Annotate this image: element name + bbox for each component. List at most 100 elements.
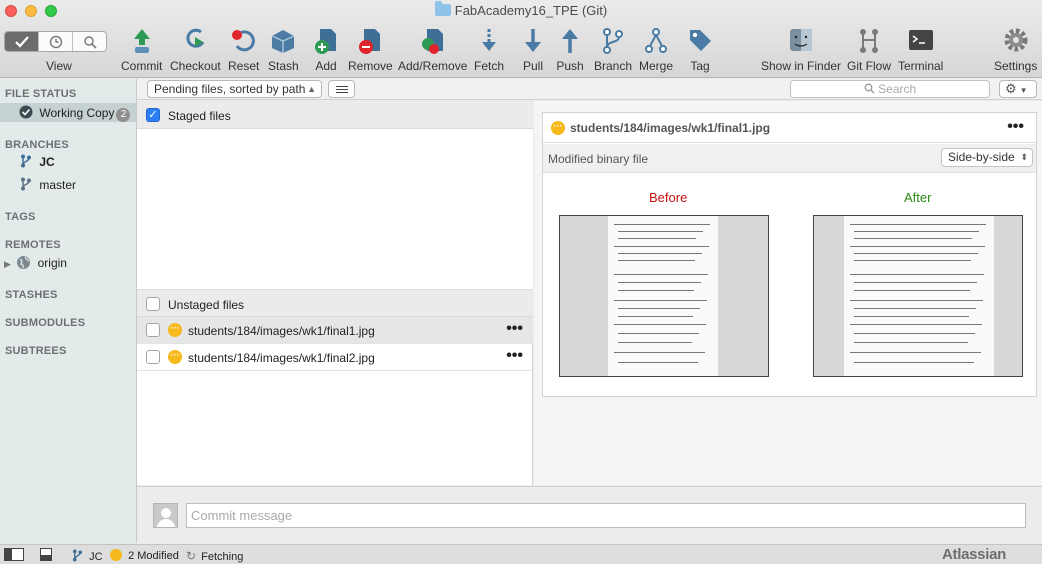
filter-bar: Pending files, sorted by path ▲ Search ⚙… xyxy=(137,79,1042,100)
diff-subtitle: Modified binary file xyxy=(548,152,649,166)
branch-item-master[interactable]: master xyxy=(20,177,76,192)
history-view-button[interactable] xyxy=(39,32,73,51)
fetch-button[interactable]: Fetch xyxy=(474,26,504,73)
settings-button[interactable]: Settings xyxy=(994,26,1037,73)
file-checkbox[interactable] xyxy=(146,323,160,337)
diff-file-title: students/184/images/wk1/final1.jpg xyxy=(570,121,771,135)
push-button[interactable]: Push xyxy=(556,26,584,73)
git-flow-icon xyxy=(860,29,878,53)
stashes-header[interactable]: STASHES xyxy=(5,289,58,301)
disclosure-triangle-icon[interactable]: ▶ xyxy=(4,259,11,269)
folder-icon xyxy=(434,1,451,16)
subtrees-header[interactable]: SUBTREES xyxy=(5,345,67,357)
file-status-view-button[interactable] xyxy=(5,32,39,51)
search-icon xyxy=(864,83,875,94)
diff-view-mode-dropdown[interactable]: Side-by-side ⬍ xyxy=(941,148,1033,167)
unstaged-files-section: Unstaged files xyxy=(137,289,533,317)
diff-pane: ··· students/184/images/wk1/final1.jpg •… xyxy=(534,101,1042,485)
before-label: Before xyxy=(649,190,688,205)
after-image xyxy=(813,215,1023,377)
remotes-header: REMOTES xyxy=(5,239,61,251)
staged-files-section: ✓ Staged files xyxy=(137,101,533,129)
chevron-down-icon: ▼ xyxy=(1019,86,1028,95)
remote-item-origin[interactable]: ▶ origin xyxy=(4,255,67,270)
status-bar: JC 2 Modified ↻ Fetching Atlassian xyxy=(0,544,1042,564)
after-label: After xyxy=(904,190,932,205)
unstaged-file-row[interactable]: ··· students/184/images/wk1/final1.jpg •… xyxy=(137,317,533,344)
pull-icon xyxy=(525,29,541,52)
updown-chevron-icon: ▲ xyxy=(307,84,316,94)
stash-button[interactable]: Stash xyxy=(268,26,299,73)
merge-button[interactable]: Merge xyxy=(639,26,673,73)
gear-icon: ⚙ xyxy=(1005,81,1017,96)
add-button[interactable]: Add xyxy=(312,26,340,73)
file-path: students/184/images/wk1/final1.jpg xyxy=(188,324,375,338)
view-segmented-control[interactable] xyxy=(4,31,107,52)
checkout-button[interactable]: Checkout xyxy=(170,26,221,73)
staged-files-checkbox[interactable]: ✓ xyxy=(146,108,160,122)
file-checkbox[interactable] xyxy=(146,350,160,364)
commit-button[interactable]: Commit xyxy=(121,26,162,73)
branch-label: JC xyxy=(39,155,55,169)
diff-more-options-icon[interactable]: ••• xyxy=(1007,118,1024,136)
unstaged-files-label: Unstaged files xyxy=(168,298,245,312)
settings-gear-icon xyxy=(1004,28,1028,52)
fetch-icon xyxy=(482,29,496,51)
filter-settings-button[interactable]: ⚙ ▼ xyxy=(999,80,1037,98)
sidebar: FILE STATUS Working Copy 2 BRANCHES JC ma… xyxy=(0,79,137,543)
tag-button[interactable]: Tag xyxy=(686,26,714,73)
fetching-status: ↻ Fetching xyxy=(186,549,244,563)
unstaged-files-checkbox[interactable] xyxy=(146,297,160,311)
remove-button[interactable]: Remove xyxy=(348,26,393,73)
avatar xyxy=(153,503,178,528)
modified-status-icon: ··· xyxy=(168,323,182,337)
commit-icon xyxy=(133,29,150,53)
unstaged-file-row[interactable]: ··· students/184/images/wk1/final2.jpg •… xyxy=(137,344,533,371)
stash-icon xyxy=(272,30,295,53)
tags-header[interactable]: TAGS xyxy=(5,211,36,223)
view-label: View xyxy=(46,59,72,73)
pull-button[interactable]: Pull xyxy=(519,26,547,73)
more-options-icon[interactable]: ••• xyxy=(506,320,523,338)
working-copy-check-icon xyxy=(19,105,33,119)
staged-files-label: Staged files xyxy=(168,109,231,123)
search-view-button[interactable] xyxy=(73,32,106,51)
staged-files-list xyxy=(137,129,533,289)
reset-button[interactable]: Reset xyxy=(228,26,259,73)
terminal-icon xyxy=(908,30,933,50)
merge-icon xyxy=(645,28,667,53)
checkmark-icon xyxy=(14,35,29,48)
toggle-commit-pane-button[interactable] xyxy=(40,548,52,564)
commit-message-input[interactable] xyxy=(186,503,1026,528)
updown-chevron-icon: ⬍ xyxy=(1020,152,1028,162)
file-sort-dropdown[interactable]: Pending files, sorted by path ▲ xyxy=(147,80,322,98)
toggle-sidebar-button[interactable] xyxy=(4,548,24,564)
more-options-icon[interactable]: ••• xyxy=(506,347,523,365)
add-remove-button[interactable]: Add/Remove xyxy=(398,26,467,73)
branch-button[interactable]: Branch xyxy=(594,26,632,73)
submodules-header[interactable]: SUBMODULES xyxy=(5,317,85,329)
modified-status-icon: ··· xyxy=(551,121,565,135)
list-options-button[interactable] xyxy=(328,80,355,98)
diff-subheader: Modified binary file Side-by-side ⬍ xyxy=(543,144,1036,173)
refresh-spinner-icon: ↻ xyxy=(186,549,197,563)
terminal-button[interactable]: Terminal xyxy=(898,26,943,73)
hamburger-icon xyxy=(336,86,348,87)
branches-header: BRANCHES xyxy=(5,139,69,151)
git-flow-button[interactable]: Git Flow xyxy=(847,26,891,73)
push-icon xyxy=(562,29,578,53)
branch-item-jc[interactable]: JC xyxy=(20,154,55,169)
add-icon xyxy=(315,29,336,54)
before-image xyxy=(559,215,769,377)
modified-status-icon: ··· xyxy=(168,350,182,364)
show-in-finder-button[interactable]: Show in Finder xyxy=(761,26,841,73)
modified-status-icon xyxy=(110,549,122,561)
add-remove-icon xyxy=(421,29,443,54)
search-input[interactable]: Search xyxy=(790,80,990,98)
current-branch-status: JC xyxy=(72,549,103,563)
working-copy-row[interactable]: Working Copy 2 xyxy=(19,105,131,122)
magnifier-icon xyxy=(83,35,97,49)
file-status-header: FILE STATUS xyxy=(5,88,77,100)
branch-icon xyxy=(603,28,624,54)
tag-icon xyxy=(690,30,711,51)
